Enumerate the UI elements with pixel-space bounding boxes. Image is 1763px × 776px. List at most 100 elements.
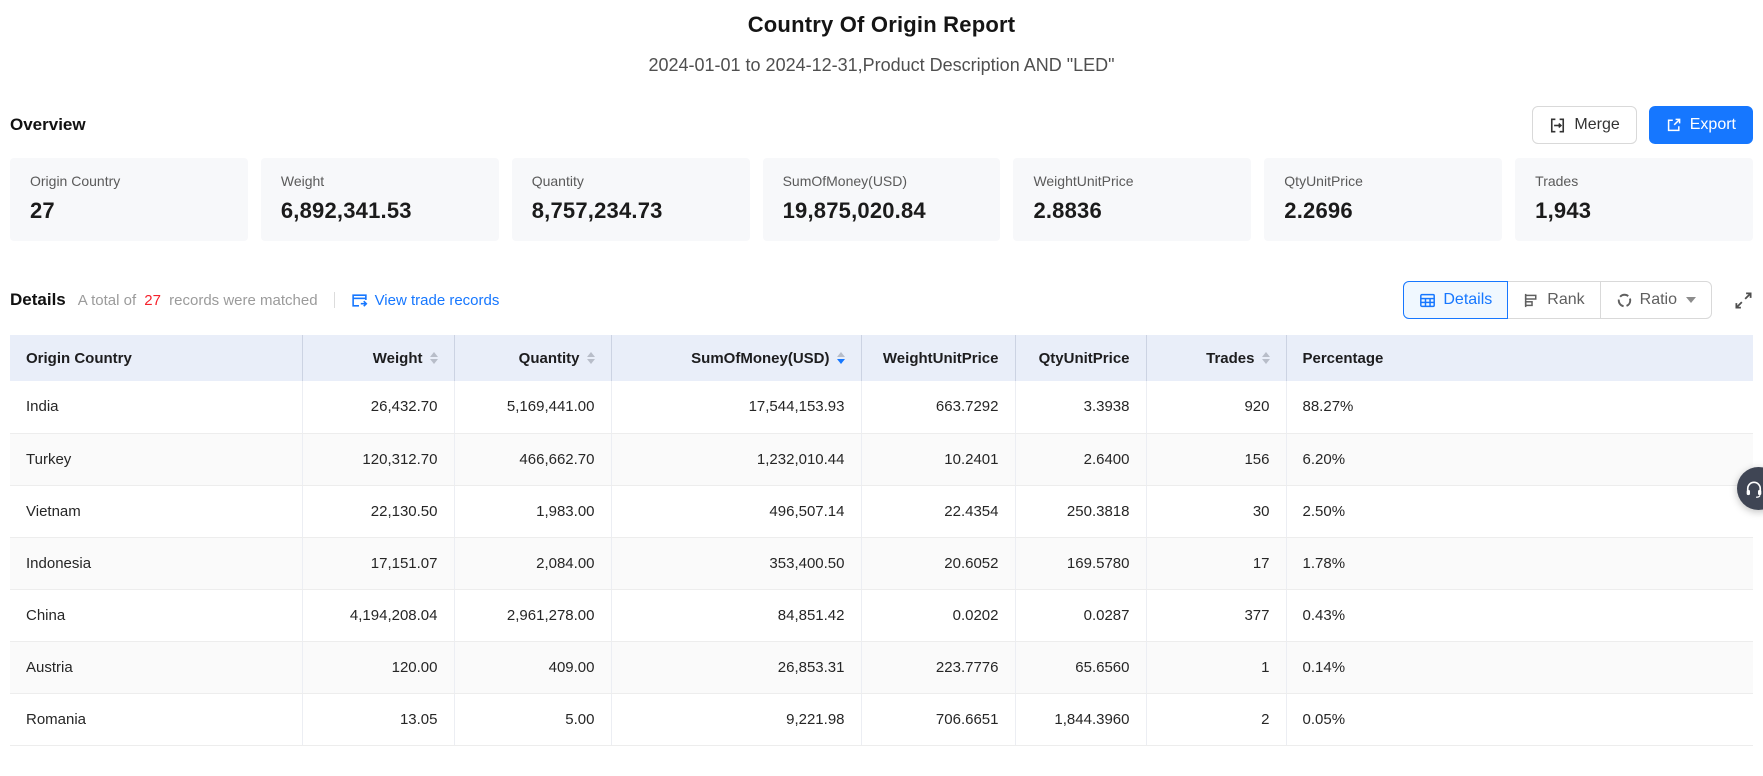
cell-trades: 1 bbox=[1146, 641, 1286, 693]
cell-sumofmoney-usd: 1,232,010.44 bbox=[611, 433, 861, 485]
overview-cards: Origin Country 27 Weight 6,892,341.53 Qu… bbox=[10, 158, 1753, 241]
cell-weight: 120.00 bbox=[302, 641, 454, 693]
stat-value: 2.8836 bbox=[1033, 198, 1231, 224]
caret-up-icon bbox=[1262, 352, 1270, 357]
stat-label: Trades bbox=[1535, 173, 1733, 189]
cell-qtyunitprice: 0.0287 bbox=[1015, 589, 1146, 641]
stat-value: 2.2696 bbox=[1284, 198, 1482, 224]
details-toolbar-left: Details A total of 27 records were match… bbox=[10, 290, 499, 310]
table-grid-icon bbox=[1419, 292, 1436, 309]
column-header-label: Origin Country bbox=[26, 350, 132, 367]
overview-heading: Overview bbox=[10, 115, 86, 135]
cell-qtyunitprice: 1,844.3960 bbox=[1015, 693, 1146, 745]
column-header-inner: Trades bbox=[1206, 350, 1269, 367]
tab-ratio[interactable]: Ratio bbox=[1600, 281, 1712, 319]
merge-button[interactable]: Merge bbox=[1532, 106, 1636, 144]
cell-quantity: 2,961,278.00 bbox=[454, 589, 611, 641]
cell-sumofmoney-usd: 17,544,153.93 bbox=[611, 381, 861, 433]
matched-suffix: records were matched bbox=[169, 292, 317, 309]
export-button[interactable]: Export bbox=[1649, 106, 1753, 144]
cell-percentage: 6.20% bbox=[1286, 433, 1753, 485]
view-trade-records-label: View trade records bbox=[375, 292, 500, 309]
cell-sumofmoney-usd: 9,221.98 bbox=[611, 693, 861, 745]
cell-weightunitprice: 706.6651 bbox=[861, 693, 1015, 745]
column-header-quantity[interactable]: Quantity bbox=[454, 335, 611, 381]
table-row-indonesia: Indonesia17,151.072,084.00353,400.5020.6… bbox=[10, 537, 1753, 589]
cell-percentage: 0.43% bbox=[1286, 589, 1753, 641]
caret-down-icon bbox=[1686, 297, 1696, 303]
tab-details[interactable]: Details bbox=[1403, 281, 1508, 319]
details-toolbar-right: Details Rank Ratio bbox=[1403, 281, 1753, 319]
tab-rank-label: Rank bbox=[1547, 291, 1584, 309]
cell-origin-country: Turkey bbox=[10, 433, 302, 485]
table-body: India26,432.705,169,441.0017,544,153.936… bbox=[10, 381, 1753, 745]
table-header-row: Origin Country WeightQuantity SumOfMoney(U… bbox=[10, 335, 1753, 381]
cell-qtyunitprice: 2.6400 bbox=[1015, 433, 1146, 485]
column-header-origin-country: Origin Country bbox=[10, 335, 302, 381]
cell-trades: 377 bbox=[1146, 589, 1286, 641]
cell-percentage: 2.50% bbox=[1286, 485, 1753, 537]
caret-down-icon bbox=[430, 359, 438, 364]
report-page: Country Of Origin Report 2024-01-01 to 2… bbox=[0, 0, 1763, 746]
column-header-inner: Percentage bbox=[1303, 350, 1384, 367]
column-header-trades[interactable]: Trades bbox=[1146, 335, 1286, 381]
cell-weightunitprice: 10.2401 bbox=[861, 433, 1015, 485]
stat-value: 6,892,341.53 bbox=[281, 198, 479, 224]
tab-rank[interactable]: Rank bbox=[1507, 281, 1600, 319]
sort-carets-icon bbox=[587, 352, 595, 364]
details-table: Origin Country WeightQuantity SumOfMoney(U… bbox=[10, 335, 1753, 746]
column-header-weight[interactable]: Weight bbox=[302, 335, 454, 381]
cell-weightunitprice: 20.6052 bbox=[861, 537, 1015, 589]
details-heading: Details bbox=[10, 290, 66, 310]
export-button-label: Export bbox=[1690, 116, 1736, 134]
merge-cells-icon bbox=[1549, 117, 1566, 134]
stat-label: Weight bbox=[281, 173, 479, 189]
stat-label: Origin Country bbox=[30, 173, 228, 189]
cell-origin-country: Vietnam bbox=[10, 485, 302, 537]
cell-trades: 920 bbox=[1146, 381, 1286, 433]
merge-button-label: Merge bbox=[1574, 116, 1619, 134]
column-header-inner: SumOfMoney(USD) bbox=[691, 350, 844, 367]
fullscreen-button[interactable] bbox=[1734, 291, 1753, 310]
matched-records-text: A total of 27 records were matched bbox=[78, 292, 318, 309]
cell-weight: 17,151.07 bbox=[302, 537, 454, 589]
export-icon bbox=[1666, 117, 1682, 133]
stat-value: 27 bbox=[30, 198, 228, 224]
column-header-weightunitprice: WeightUnitPrice bbox=[861, 335, 1015, 381]
cell-sumofmoney-usd: 496,507.14 bbox=[611, 485, 861, 537]
stat-value: 19,875,020.84 bbox=[783, 198, 981, 224]
table-row-austria: Austria120.00409.0026,853.31223.777665.6… bbox=[10, 641, 1753, 693]
cell-percentage: 1.78% bbox=[1286, 537, 1753, 589]
cell-qtyunitprice: 65.6560 bbox=[1015, 641, 1146, 693]
table-row-china: China4,194,208.042,961,278.0084,851.420.… bbox=[10, 589, 1753, 641]
stat-card-weightunitprice: WeightUnitPrice 2.8836 bbox=[1013, 158, 1251, 241]
sort-carets-icon bbox=[837, 352, 845, 364]
details-toolbar: Details A total of 27 records were match… bbox=[10, 281, 1753, 319]
ring-chart-icon bbox=[1616, 292, 1633, 309]
cell-sumofmoney-usd: 84,851.42 bbox=[611, 589, 861, 641]
cell-quantity: 2,084.00 bbox=[454, 537, 611, 589]
bar-chart-icon bbox=[1523, 292, 1540, 309]
sort-carets-icon bbox=[430, 352, 438, 364]
stat-label: Quantity bbox=[532, 173, 730, 189]
cell-trades: 30 bbox=[1146, 485, 1286, 537]
cell-sumofmoney-usd: 26,853.31 bbox=[611, 641, 861, 693]
table-row-india: India26,432.705,169,441.0017,544,153.936… bbox=[10, 381, 1753, 433]
cell-quantity: 1,983.00 bbox=[454, 485, 611, 537]
cell-origin-country: India bbox=[10, 381, 302, 433]
stat-card-weight: Weight 6,892,341.53 bbox=[261, 158, 499, 241]
window-arrow-icon bbox=[351, 292, 368, 309]
cell-origin-country: Indonesia bbox=[10, 537, 302, 589]
view-trade-records-link[interactable]: View trade records bbox=[351, 292, 500, 309]
table-row-turkey: Turkey120,312.70466,662.701,232,010.4410… bbox=[10, 433, 1753, 485]
cell-quantity: 5,169,441.00 bbox=[454, 381, 611, 433]
cell-percentage: 88.27% bbox=[1286, 381, 1753, 433]
column-header-sumofmoney-usd[interactable]: SumOfMoney(USD) bbox=[611, 335, 861, 381]
cell-weight: 22,130.50 bbox=[302, 485, 454, 537]
cell-percentage: 0.05% bbox=[1286, 693, 1753, 745]
overview-actions: Merge Export bbox=[1532, 106, 1753, 144]
sort-carets-icon bbox=[1262, 352, 1270, 364]
tab-details-label: Details bbox=[1443, 291, 1492, 309]
cell-quantity: 5.00 bbox=[454, 693, 611, 745]
stat-card-qtyunitprice: QtyUnitPrice 2.2696 bbox=[1264, 158, 1502, 241]
